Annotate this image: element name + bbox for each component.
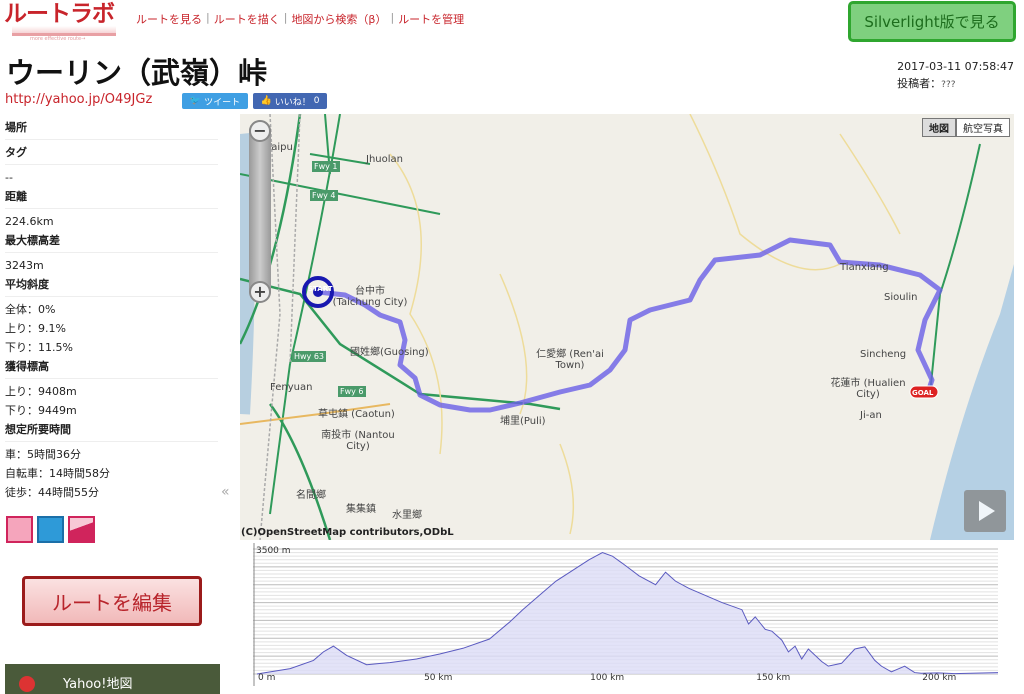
- info-value: 全体：0%: [5, 303, 56, 316]
- map-type-map[interactable]: 地図: [922, 118, 956, 137]
- like-label: いいね！: [274, 97, 311, 108]
- goal-marker-label: GOAL: [912, 389, 934, 397]
- elevation-profile-icon[interactable]: [68, 516, 95, 543]
- nav-draw-route[interactable]: ルートを描く: [214, 11, 280, 27]
- route-meta: 2017-03-11 07:58:47 投稿者：???: [897, 58, 1014, 94]
- like-count: 0: [313, 96, 320, 106]
- info-value: 下り：9449m: [5, 404, 77, 417]
- map-place-label: Sincheng: [860, 349, 907, 360]
- cue-sheet-icon[interactable]: [6, 516, 33, 543]
- info-heading: 最大標高差: [5, 231, 218, 253]
- nav-separator: |: [390, 11, 395, 24]
- info-value: 下り：11.5%: [5, 341, 73, 354]
- short-url-link[interactable]: http://yahoo.jp/O49JGz: [5, 92, 152, 107]
- info-heading: 距離: [5, 187, 218, 209]
- tweet-label: ツイート: [204, 97, 241, 108]
- nav-search-map[interactable]: 地図から検索（β）: [291, 11, 386, 27]
- map-place-label: Sioulin: [884, 292, 918, 303]
- map-type-switcher: 地図 航空写真: [922, 118, 1010, 137]
- route-info-sidebar: 場所タグ -- 距離 224.6km 最大標高差 3243m 平均斜度全体：0% 上り：9.1…: [5, 118, 218, 502]
- twitter-bird-icon: 🐦: [189, 96, 202, 106]
- play-button[interactable]: [964, 490, 1006, 532]
- map-place-label: Fwy 4: [310, 190, 338, 201]
- map-place-label: 南投市 (Nantou City): [321, 430, 395, 452]
- logo[interactable]: ルートラボ more effective route→: [4, 2, 124, 46]
- map-place-label: 名間鄉: [296, 490, 326, 501]
- info-heading: 平均斜度: [5, 275, 218, 297]
- info-value: 3243m: [5, 259, 44, 272]
- poster-name[interactable]: ???: [941, 80, 955, 90]
- info-heading: タグ: [5, 143, 218, 165]
- info-heading: 想定所要時間: [5, 420, 218, 442]
- map-place-label: Fwy 1: [312, 161, 340, 172]
- route-map[interactable]: START GOAL Waipu Jhuolan 台中市 (Taichung Cit…: [240, 114, 1014, 540]
- logo-tagline: more effective route→: [30, 36, 86, 42]
- post-datetime: 2017-03-11 07:58:47: [897, 60, 1014, 73]
- elevation-chart[interactable]: 0 m 50 km 100 km 150 km 200 km 3500 m: [253, 543, 998, 686]
- nav-separator: |: [206, 11, 210, 24]
- map-place-label: Fwy 6: [338, 386, 366, 397]
- map-place-label: Fenyuan: [270, 382, 313, 393]
- zoom-out-button[interactable]: −: [249, 120, 271, 142]
- info-value: 224.6km: [5, 215, 54, 228]
- zoom-in-button[interactable]: +: [249, 281, 271, 303]
- thumbs-up-icon: 👍: [260, 96, 272, 106]
- poster-label: 投稿者：: [897, 77, 942, 90]
- info-value: 上り：9408m: [5, 385, 77, 398]
- silverlight-button[interactable]: Silverlight版で見る: [848, 1, 1016, 42]
- map-place-label: Jhuolan: [366, 154, 403, 165]
- map-copyright: (C)OpenStreetMap contributors,ODbL: [241, 527, 454, 538]
- info-value: 上り：9.1%: [5, 322, 66, 335]
- start-marker-label: START: [308, 285, 333, 293]
- yahoo-banner-label: Yahoo!地図: [63, 677, 133, 692]
- map-place-label: 草屯鎮 (Caotun): [318, 409, 395, 420]
- map-place-label: Hwy 63: [292, 351, 327, 362]
- x-tick-label: 0 m: [258, 673, 275, 683]
- info-value: --: [5, 171, 13, 184]
- like-button[interactable]: 👍 いいね！ 0: [253, 93, 327, 109]
- top-nav: ルートを見る | ルートを描く | 地図から検索（β） | ルートを管理: [136, 11, 464, 27]
- map-place-label: 埔里(Puli): [500, 416, 546, 427]
- map-place-label: Tianxiang: [840, 262, 889, 273]
- info-heading: 場所: [5, 118, 218, 140]
- info-value: 自転車：14時間58分: [5, 467, 110, 480]
- map-place-label: 仁愛鄉 (Ren'ai Town): [536, 349, 604, 371]
- info-value: 車：5時間36分: [5, 448, 81, 461]
- map-place-label: 水里鄉: [392, 510, 422, 521]
- x-tick-label: 50 km: [424, 673, 452, 683]
- map-place-label: Ji-an: [860, 410, 882, 421]
- map-place-label: 國姓鄉(Guosing): [350, 347, 429, 358]
- x-tick-label: 100 km: [590, 673, 624, 683]
- export-icons: [6, 516, 95, 543]
- nav-manage-route[interactable]: ルートを管理: [398, 11, 464, 27]
- x-tick-label: 200 km: [922, 673, 956, 683]
- map-type-aerial[interactable]: 航空写真: [956, 118, 1010, 137]
- map-place-label: 集集鎮: [346, 504, 376, 515]
- page-title: ウーリン（武嶺）峠: [6, 56, 268, 90]
- info-value: 徒歩：44時間55分: [5, 486, 99, 499]
- logo-text: ルートラボ: [4, 1, 115, 27]
- nav-separator: |: [283, 11, 288, 24]
- zoom-slider[interactable]: [249, 120, 271, 300]
- info-heading: 獲得標高: [5, 357, 218, 379]
- x-tick-label: 150 km: [756, 673, 790, 683]
- cycling-icon[interactable]: [37, 516, 64, 543]
- collapse-sidebar-icon[interactable]: «: [221, 484, 230, 500]
- map-place-label: 花蓮市 (Hualien City): [830, 378, 906, 400]
- y-tick-label: 3500 m: [256, 546, 291, 556]
- map-roads: [240, 114, 1014, 540]
- nav-view-route[interactable]: ルートを見る: [136, 11, 202, 27]
- yahoo-logo-icon: [19, 676, 35, 692]
- logo-skyline: [12, 26, 116, 36]
- edit-route-button[interactable]: ルートを編集: [22, 576, 202, 626]
- yahoo-map-banner[interactable]: Yahoo!地図: [5, 664, 220, 694]
- tweet-button[interactable]: 🐦 ツイート: [182, 93, 248, 109]
- map-place-label: 台中市 (Taichung City): [332, 286, 408, 308]
